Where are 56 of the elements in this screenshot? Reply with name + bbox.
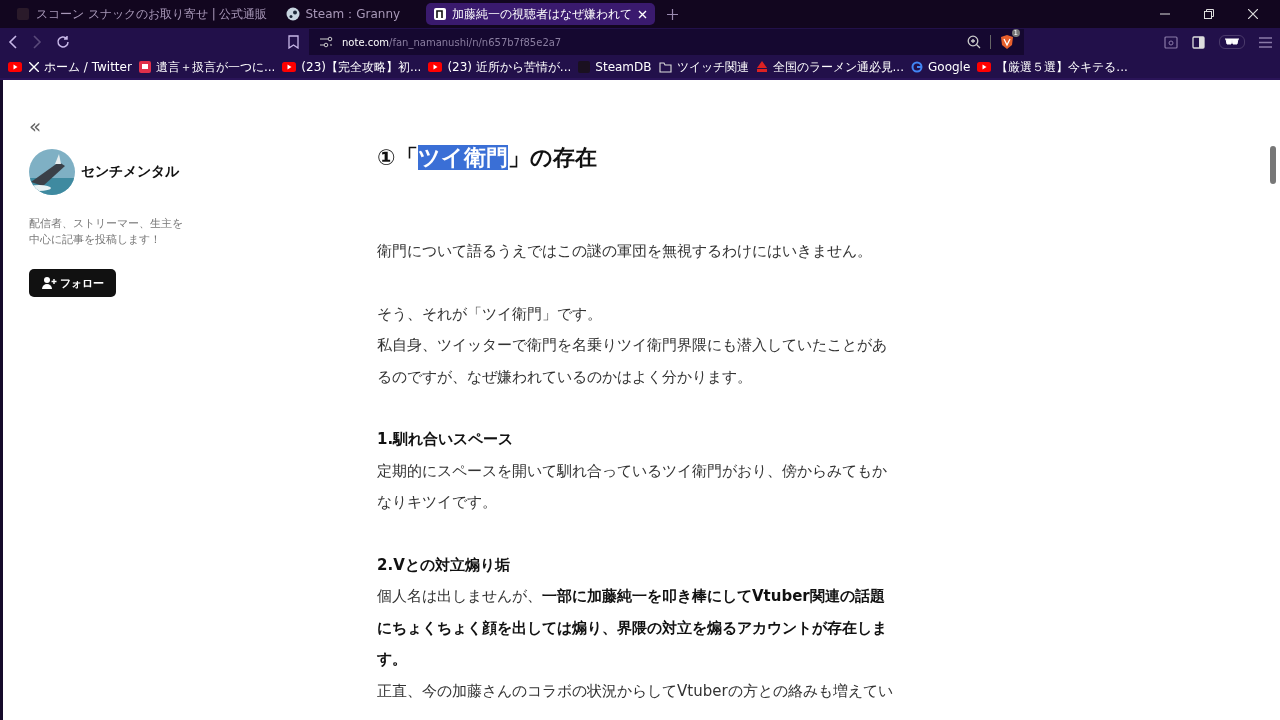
- shield-icon[interactable]: [1000, 34, 1014, 50]
- youtube-icon: [282, 62, 297, 72]
- x-logo-icon: [29, 62, 39, 72]
- bookmark-link[interactable]: 遺言＋扱言が一つに...: [155, 58, 276, 76]
- sidebar-icon[interactable]: [1192, 35, 1205, 49]
- paragraph: そう、それが「ツイ衛門」です。: [377, 303, 603, 325]
- tab-title: 加藤純一の視聴者はなぜ嫌われて: [452, 5, 633, 23]
- collapse-button[interactable]: «: [29, 118, 42, 134]
- menu-icon[interactable]: [1259, 36, 1272, 48]
- subheading: 1.馴れ合いスペース: [377, 429, 515, 450]
- follow-button[interactable]: フォロー: [29, 269, 116, 297]
- paragraph: 衛門について語るうえではこの謎の軍団を無視するわけにはいきません。: [377, 241, 873, 262]
- bookmark-link[interactable]: (23) 近所から苦情が...: [447, 58, 572, 76]
- scrollbar-thumb[interactable]: [1270, 146, 1276, 184]
- bookmark-link[interactable]: (23)【完全攻略】初...: [301, 58, 422, 76]
- paragraph: 正直、今の加藤さんのコラボの状況からしてVtuberの方との絡みも増えてい: [377, 680, 894, 702]
- restore-icon[interactable]: [1204, 9, 1214, 19]
- app-icon: [138, 61, 151, 73]
- tab-title: Steam：Granny: [305, 5, 401, 23]
- folder-icon: [658, 61, 672, 73]
- close-icon[interactable]: [1248, 9, 1258, 19]
- wallet-icon[interactable]: [1164, 35, 1178, 49]
- subheading: 2.Vとの対立煽り垢: [377, 554, 511, 576]
- section-heading: ①「ツイ衛門」の存在: [377, 144, 598, 172]
- bookmark-link[interactable]: Google: [928, 60, 971, 74]
- bookmark-link[interactable]: 【厳選５選】今キテる...: [996, 58, 1128, 76]
- steam-icon: [285, 7, 300, 21]
- bookmark-link[interactable]: SteamDB: [595, 60, 652, 74]
- browser-tab[interactable]: 加藤純一の視聴者はなぜ嫌われて: [426, 3, 656, 25]
- youtube-icon: [428, 62, 443, 72]
- site-settings-icon[interactable]: [319, 36, 333, 48]
- author-bio: 配信者、ストリーマー、生主を中心に記事を投稿します！: [29, 216, 184, 248]
- add-person-icon: [41, 277, 58, 289]
- bookmark-icon[interactable]: [288, 35, 299, 49]
- site-icon: [16, 7, 30, 21]
- url-text: note.com/fan_namanushi/n/n657b7f85e2a7: [342, 36, 562, 48]
- paragraph: 定期的にスペースを開いて馴れ合っているツイ衛門がおり、傍からみてもかなりキツイです。: [377, 460, 888, 513]
- paragraph: 私自身、ツイッターで衛門を名乗りツイ衛門界隈にも潜入していたことがあるのですが、なぜ嫌われているのかはよく分かります。: [377, 335, 888, 388]
- bookmark-link[interactable]: 全国のラーメン通必見...: [772, 58, 904, 76]
- tab-title: スコーン スナックのお取り寄せ | 公式通販: [36, 5, 268, 23]
- reload-icon[interactable]: [56, 35, 70, 49]
- private-window-icon[interactable]: [1219, 35, 1245, 49]
- note-icon: [434, 8, 447, 20]
- browser-tab[interactable]: Steam：Granny: [277, 3, 409, 25]
- new-tab-icon[interactable]: [667, 8, 679, 20]
- google-icon: [911, 61, 923, 73]
- youtube-icon: [8, 62, 22, 72]
- author-name[interactable]: センチメンタル: [81, 163, 179, 181]
- paragraph: 個人名は出しませんが、一部に加藤純一を叩き棒にしてVtuber関連の話題にちょくちょく顔を出しては煽り、界隈の対立を煽るアカウントが存在します。: [377, 586, 888, 670]
- browser-tab[interactable]: スコーン スナックのお取り寄せ | 公式通販: [8, 3, 276, 25]
- bookmark-link[interactable]: ツイッチ関連: [676, 58, 749, 76]
- youtube-icon: [977, 62, 992, 72]
- back-icon[interactable]: [8, 35, 18, 49]
- zoom-icon[interactable]: [967, 35, 981, 49]
- bookmark-link[interactable]: ホーム / Twitter: [44, 58, 132, 76]
- site-icon: [578, 61, 591, 73]
